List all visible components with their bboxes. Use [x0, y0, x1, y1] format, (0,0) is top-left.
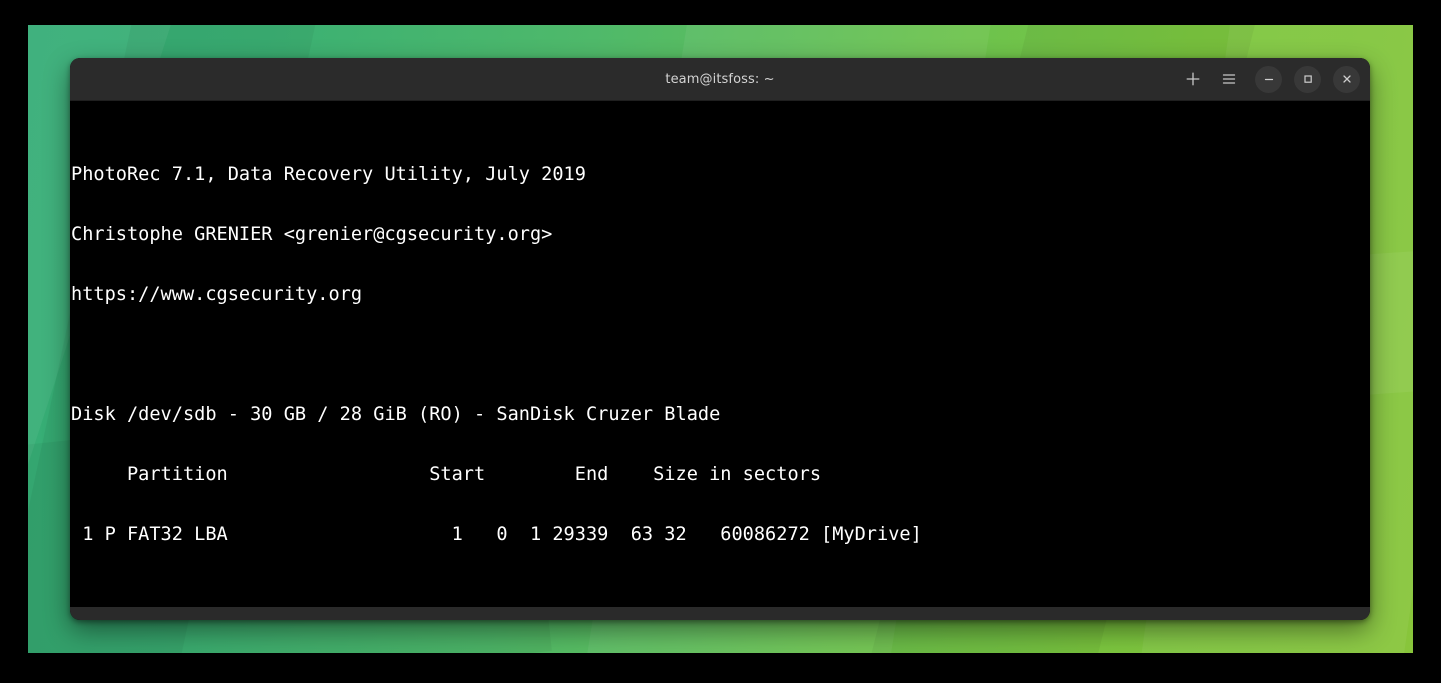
window-controls — [1179, 58, 1360, 100]
new-tab-button[interactable] — [1179, 65, 1207, 93]
terminal-console-output: PhotoRec 7.1, Data Recovery Utility, Jul… — [71, 105, 1370, 608]
window-title: team@itsfoss: ~ — [665, 71, 775, 87]
terminal-window: team@itsfoss: ~ PhotoRec 7.1, Data Recov… — [70, 58, 1370, 620]
close-button[interactable] — [1333, 65, 1360, 93]
hamburger-icon — [1221, 71, 1237, 87]
titlebar-drag-area[interactable] — [70, 58, 190, 100]
titlebar[interactable]: team@itsfoss: ~ — [70, 58, 1370, 101]
maximize-icon — [1301, 72, 1315, 86]
console-line-disk-info: Disk /dev/sdb - 30 GB / 28 GiB (RO) - Sa… — [71, 404, 721, 425]
minimize-button[interactable] — [1255, 65, 1282, 93]
hamburger-menu-button[interactable] — [1215, 65, 1243, 93]
close-icon — [1340, 72, 1354, 86]
desktop-screen: team@itsfoss: ~ PhotoRec 7.1, Data Recov… — [0, 0, 1441, 683]
minimize-icon — [1262, 72, 1276, 86]
console-line: Christophe GRENIER <grenier@cgsecurity.o… — [71, 224, 553, 245]
maximize-button[interactable] — [1294, 65, 1321, 93]
console-line: https://www.cgsecurity.org — [71, 284, 363, 305]
console-line: PhotoRec 7.1, Data Recovery Utility, Jul… — [71, 164, 586, 185]
terminal-body[interactable]: PhotoRec 7.1, Data Recovery Utility, Jul… — [70, 101, 1370, 608]
console-line-partition-header: Partition Start End Size in sectors — [71, 464, 822, 485]
console-line-partition-row: 1 P FAT32 LBA 1 0 1 29339 63 32 60086272… — [71, 524, 922, 545]
window-bottom-bar — [70, 607, 1370, 620]
plus-icon — [1185, 71, 1201, 87]
